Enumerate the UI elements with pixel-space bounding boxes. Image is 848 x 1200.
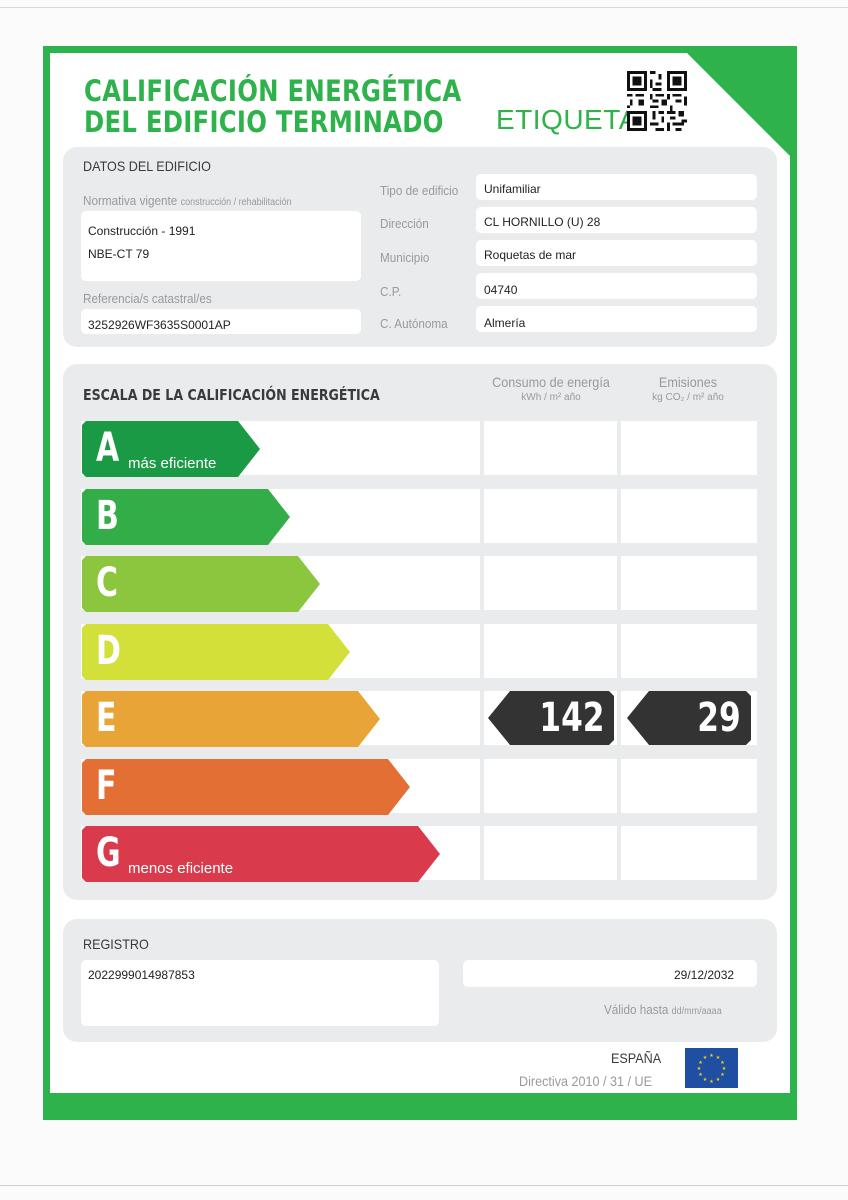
svg-text:★: ★	[698, 1072, 703, 1078]
registry-heading: REGISTRO	[83, 936, 149, 952]
consumo-cell-g	[480, 826, 618, 880]
normativa-value-2: NBE-CT 79	[88, 247, 150, 261]
country-label: ESPAÑA	[611, 1050, 662, 1066]
qr-code-icon	[627, 71, 687, 131]
svg-text:★: ★	[703, 1077, 708, 1083]
class-arrow-e: E	[82, 691, 380, 747]
class-letter-e: E	[96, 695, 117, 741]
etiqueta-label: ETIQUETA	[496, 104, 638, 135]
field-value-cp: 04740	[484, 283, 518, 297]
svg-text:★: ★	[697, 1066, 702, 1072]
consumo-unit: kWh / m² año	[521, 392, 581, 403]
emisiones-rating-badge-value: 29	[697, 695, 741, 741]
normativa-box	[81, 211, 361, 281]
consumo-column-header: Consumo de energía kWh / m² año	[481, 374, 621, 403]
corner-triangle	[686, 52, 791, 157]
svg-text:★: ★	[709, 1079, 714, 1085]
class-arrow-d: D	[82, 624, 350, 680]
emisiones-title: Emisiones	[658, 374, 718, 390]
title-line-2: DEL EDIFICIO TERMINADO	[84, 105, 444, 139]
footer-band	[50, 1093, 790, 1113]
consumo-cell-b	[480, 489, 618, 543]
field-value-tipo: Unifamiliar	[484, 182, 541, 196]
normativa-value-1: Construcción - 1991	[88, 224, 196, 238]
field-label-direccion: Dirección	[380, 216, 429, 231]
class-letter-g: G	[96, 830, 121, 876]
svg-text:★: ★	[720, 1072, 725, 1078]
emisiones-unit: kg CO₂ / m² año	[652, 392, 724, 403]
field-value-autonoma: Almería	[484, 316, 526, 330]
emisiones-cell-g	[617, 826, 755, 880]
emisiones-cell-a	[617, 421, 755, 475]
class-letter-a: A	[96, 425, 120, 471]
class-arrow-a: Amás eficiente	[82, 421, 260, 477]
consumo-title: Consumo de energía	[492, 374, 610, 390]
class-note-g: menos eficiente	[128, 860, 234, 877]
directive-label: Directiva 2010 / 31 / UE	[519, 1073, 653, 1089]
class-letter-c: C	[96, 560, 119, 606]
building-data-heading: DATOS DEL EDIFICIO	[83, 158, 211, 174]
class-letter-b: B	[96, 493, 119, 539]
consumo-rating-badge-value: 142	[538, 695, 604, 741]
class-arrow-f: F	[82, 759, 410, 815]
class-arrow-c: C	[82, 556, 320, 612]
field-label-municipio: Municipio	[380, 250, 430, 265]
scan-edge-top	[0, 7, 848, 8]
catastral-label: Referencia/s catastral/es	[83, 291, 212, 306]
field-box-cp	[476, 273, 757, 299]
eu-flag-icon: ★ ★★ ★★★ ★★★ ★★★	[685, 1048, 738, 1088]
class-arrow-g: Gmenos eficiente	[82, 826, 440, 882]
class-arrow-b: B	[82, 489, 290, 545]
valid-date: 29/12/2032	[674, 968, 735, 982]
certificate-title: CALIFICACIÓN ENERGÉTICA DEL EDIFICIO TER…	[84, 76, 462, 138]
consumo-cell-d	[480, 624, 618, 678]
class-note-a: más eficiente	[128, 455, 217, 472]
svg-text:★: ★	[709, 1053, 714, 1059]
class-letter-d: D	[96, 628, 121, 674]
svg-text:★: ★	[716, 1077, 721, 1083]
emisiones-cell-b	[617, 489, 755, 543]
emisiones-cell-f	[617, 759, 755, 813]
field-value-municipio: Roquetas de mar	[484, 248, 577, 262]
consumo-cell-c	[480, 556, 618, 610]
emisiones-cell-d	[617, 624, 755, 678]
class-letter-f: F	[96, 763, 117, 809]
field-value-direccion: CL HORNILLO (U) 28	[484, 215, 601, 229]
registry-number: 2022999014987853	[88, 968, 195, 982]
title-line-1: CALIFICACIÓN ENERGÉTICA	[84, 74, 462, 108]
emisiones-column-header: Emisiones kg CO₂ / m² año	[619, 374, 757, 403]
rating-scale-heading: ESCALA DE LA CALIFICACIÓN ENERGÉTICA	[83, 386, 380, 404]
consumo-cell-a	[480, 421, 618, 475]
scan-edge-bottom	[0, 1185, 848, 1186]
svg-text:★: ★	[703, 1055, 708, 1061]
normativa-label: Normativa vigente construcción / rehabil…	[83, 193, 292, 208]
emisiones-rating-badge: 29	[627, 691, 751, 745]
consumo-cell-f	[480, 759, 618, 813]
field-label-cp: C.P.	[380, 284, 402, 299]
catastral-value: 3252926WF3635S0001AP	[88, 318, 231, 332]
field-label-autonoma: C. Autónoma	[380, 316, 448, 331]
valid-until-label: Válido hasta dd/mm/aaaa	[604, 1002, 722, 1017]
field-label-tipo: Tipo de edificio	[380, 183, 459, 198]
emisiones-cell-c	[617, 556, 755, 610]
consumo-rating-badge: 142	[488, 691, 614, 745]
